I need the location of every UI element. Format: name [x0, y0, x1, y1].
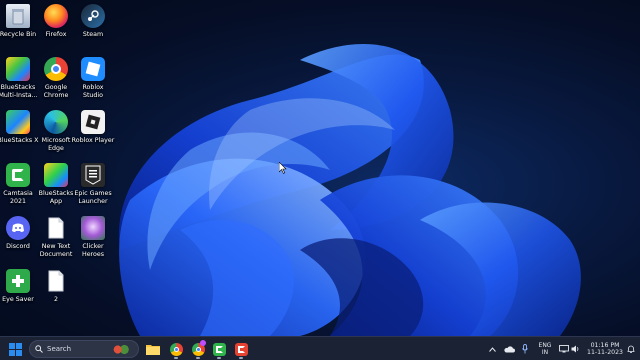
input-language-indicator[interactable]: ENG IN	[535, 339, 555, 359]
text-document-icon	[44, 216, 68, 240]
desktop-icon-label: Clicker Heroes	[81, 243, 105, 258]
microphone-tray-button[interactable]	[518, 339, 532, 359]
desktop-icon-steam[interactable]: Steam	[68, 4, 118, 56]
bluestacks-app-icon	[44, 163, 68, 187]
running-indicator	[196, 357, 200, 359]
microphone-icon	[522, 344, 528, 354]
taskbar-app-camtasia-recorder[interactable]	[231, 339, 251, 359]
epic-games-icon	[81, 163, 105, 187]
mouse-pointer-icon	[279, 162, 287, 174]
file-explorer-icon	[146, 345, 160, 355]
display-icon	[558, 345, 569, 353]
edge-icon	[44, 110, 68, 134]
chrome-icon	[44, 57, 68, 81]
recycle-bin-icon	[6, 4, 30, 28]
taskbar-app-file-explorer[interactable]	[143, 339, 163, 359]
clock-date: 11-11-2023	[587, 349, 623, 356]
search-icon	[35, 345, 43, 353]
show-hidden-icons-button[interactable]	[486, 339, 498, 359]
blank-file-icon	[44, 269, 68, 293]
firefox-icon	[44, 4, 68, 28]
steam-icon	[81, 4, 105, 28]
bluestacks-x-icon	[6, 110, 30, 134]
taskbar-app-chrome-profile[interactable]	[188, 339, 208, 359]
language-region: IN	[541, 349, 549, 356]
start-button[interactable]	[5, 339, 25, 359]
windows-logo-icon	[8, 342, 22, 356]
chrome-icon	[169, 342, 183, 356]
taskbar-app-camtasia[interactable]	[209, 339, 229, 359]
running-indicator	[217, 357, 221, 359]
chevron-up-icon	[488, 346, 496, 352]
desktop-icon-label: Roblox Player	[71, 137, 115, 144]
bell-icon	[627, 345, 635, 353]
cloud-icon	[503, 345, 515, 352]
clock-time: 01:16 PM	[590, 342, 620, 349]
desktop-icon-roblox-studio[interactable]: Roblox Studio	[68, 57, 118, 109]
profile-badge	[200, 340, 206, 346]
camtasia-recorder-icon	[234, 342, 248, 356]
desktop-icon-label: Steam	[82, 31, 104, 38]
search-highlight-icon	[110, 343, 132, 356]
desktop-icon-file-2[interactable]: 2	[31, 269, 81, 321]
discord-icon	[6, 216, 30, 240]
taskbar-search-box[interactable]	[29, 340, 139, 358]
camtasia-icon	[212, 342, 226, 356]
camtasia-icon	[6, 163, 30, 187]
onedrive-tray-button[interactable]	[502, 339, 516, 359]
desktop[interactable]: Recycle Bin Firefox Steam BlueStacks Mul…	[0, 0, 640, 336]
taskbar-app-chrome[interactable]	[166, 339, 186, 359]
roblox-player-icon	[81, 110, 105, 134]
desktop-icon-epic-games[interactable]: Epic Games Launcher	[68, 163, 118, 215]
volume-icon	[571, 345, 578, 353]
clock-button[interactable]: 01:16 PM 11-11-2023	[583, 339, 627, 359]
notifications-button[interactable]	[624, 339, 638, 359]
desktop-icon-label: 2	[53, 296, 58, 303]
desktop-icon-label: Roblox Studio	[82, 84, 104, 99]
bluestacks-multi-instance-icon	[6, 57, 30, 81]
eye-saver-icon	[6, 269, 30, 293]
desktop-icon-clicker-heroes[interactable]: Clicker Heroes	[68, 216, 118, 268]
clicker-heroes-icon	[81, 216, 105, 240]
running-indicator	[174, 357, 178, 359]
language-code: ENG	[538, 342, 552, 349]
quick-settings-button[interactable]	[557, 339, 581, 359]
roblox-studio-icon	[81, 57, 105, 81]
running-indicator	[239, 357, 243, 359]
taskbar: ENG IN 01:16 PM 11-11-2023	[0, 336, 640, 360]
desktop-icon-label: Epic Games Launcher	[74, 190, 112, 205]
search-input[interactable]	[47, 345, 117, 353]
bloom-petals	[118, 44, 581, 336]
desktop-icon-roblox-player[interactable]: Roblox Player	[68, 110, 118, 162]
